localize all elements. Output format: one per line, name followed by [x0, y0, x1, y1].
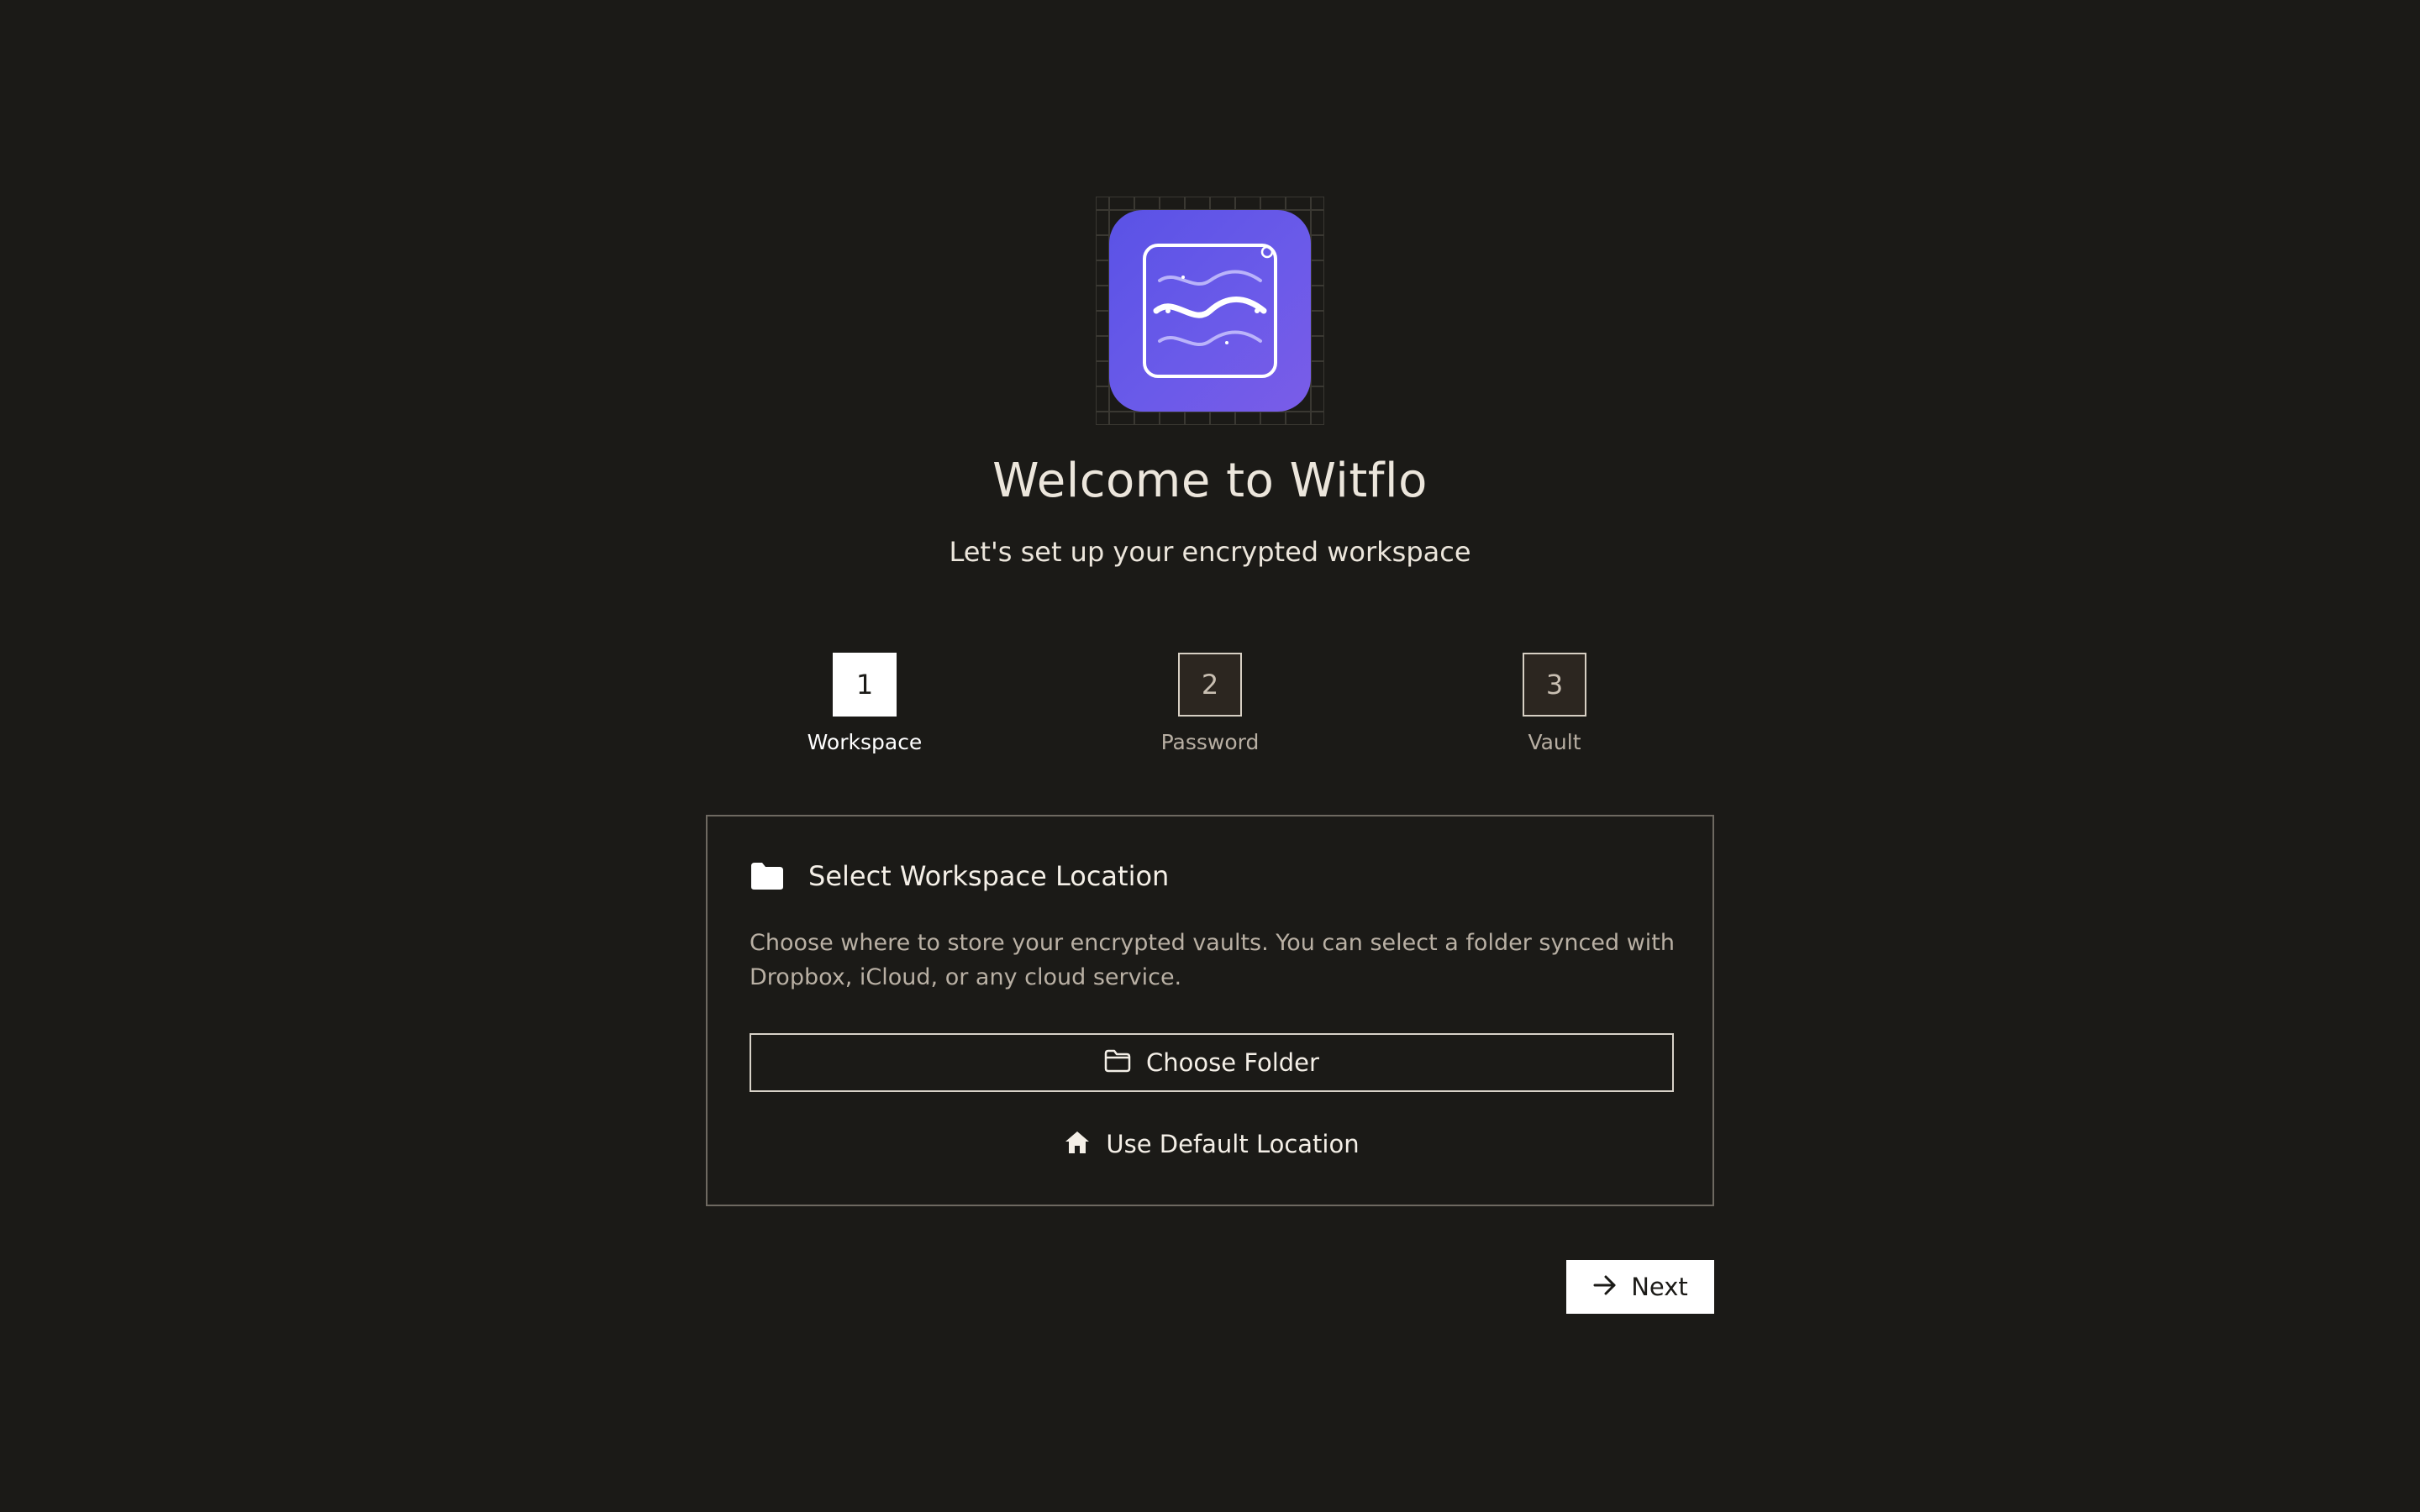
step-vault[interactable]: 3 Vault — [1470, 653, 1639, 754]
workspace-location-card: Select Workspace Location Choose where t… — [706, 815, 1714, 1206]
next-button[interactable]: Next — [1566, 1260, 1714, 1314]
card-title: Select Workspace Location — [808, 860, 1170, 892]
choose-folder-button[interactable]: Choose Folder — [750, 1033, 1674, 1092]
next-label: Next — [1631, 1273, 1688, 1301]
step-label: Vault — [1528, 730, 1581, 754]
use-default-location-button[interactable]: Use Default Location — [750, 1119, 1674, 1169]
card-header: Select Workspace Location — [750, 860, 1169, 892]
step-number: 3 — [1523, 653, 1586, 717]
step-password[interactable]: 2 Password — [1126, 653, 1294, 754]
witflo-waves-logo-icon — [1109, 210, 1311, 412]
step-label: Workspace — [807, 730, 923, 754]
page-subtitle: Let's set up your encrypted workspace — [949, 536, 1471, 568]
step-number: 2 — [1178, 653, 1242, 717]
setup-screen: Welcome to Witflo Let's set up your encr… — [0, 0, 2420, 1512]
home-icon — [1064, 1130, 1091, 1158]
step-workspace[interactable]: 1 Workspace — [781, 653, 949, 754]
folder-outline-icon — [1104, 1049, 1131, 1076]
step-label: Password — [1160, 730, 1260, 754]
step-number: 1 — [833, 653, 897, 717]
choose-folder-label: Choose Folder — [1146, 1048, 1319, 1077]
arrow-right-icon — [1592, 1273, 1618, 1300]
page-title: Welcome to Witflo — [992, 454, 1428, 508]
card-description: Choose where to store your encrypted vau… — [750, 930, 1676, 990]
use-default-location-label: Use Default Location — [1106, 1130, 1360, 1158]
folder-icon — [750, 861, 785, 891]
app-logo — [1096, 197, 1324, 425]
